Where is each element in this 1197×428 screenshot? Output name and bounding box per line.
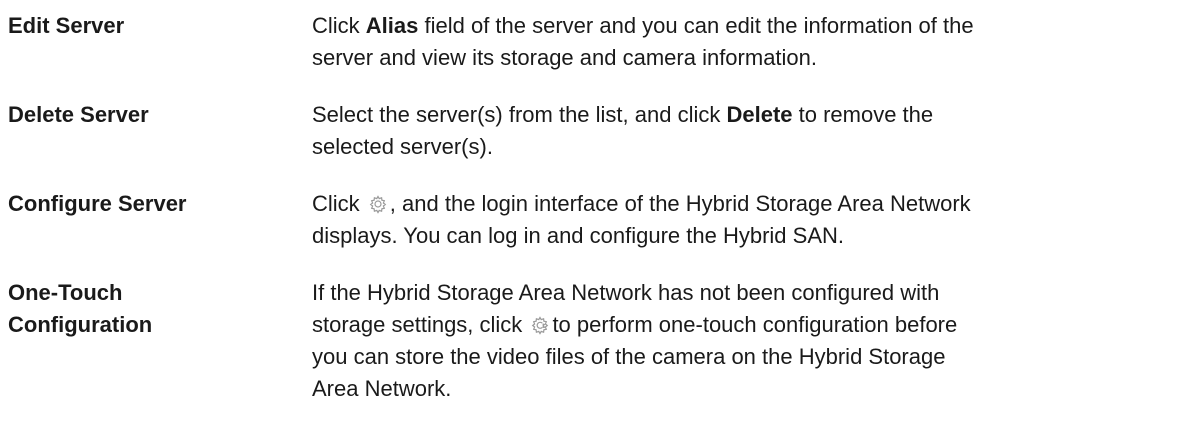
desc-line: selected server(s). [312,134,493,159]
desc-line: If the Hybrid Storage Area Network has n… [312,280,940,305]
desc-line: server and view its storage and camera i… [312,45,818,70]
desc-one-touch-configuration: If the Hybrid Storage Area Network has n… [312,277,1197,405]
desc-configure-server: Click , and the login interface of the H… [312,188,1197,252]
desc-edit-server: Click Alias field of the server and you … [312,10,1197,74]
desc-line: you can store the video files of the cam… [312,344,946,369]
desc-delete-server: Select the server(s) from the list, and … [312,99,1197,163]
term-edit-server: Edit Server [8,13,125,38]
term-one-touch-configuration: One-Touch Configuration [8,277,298,341]
desc-line: storage settings, click to perform one-t… [312,312,958,337]
desc-line: displays. You can log in and configure t… [312,223,844,248]
desc-line: Click Alias field of the server and you … [312,13,974,38]
term-delete-server: Delete Server [8,102,149,127]
desc-line: Click , and the login interface of the H… [312,191,971,216]
desc-line: Area Network. [312,376,452,401]
term-line: One-Touch [8,280,123,305]
term-configure-server: Configure Server [8,191,187,216]
desc-line: Select the server(s) from the list, and … [312,102,934,127]
term-line: Configuration [8,312,153,337]
one-touch-config-icon [530,312,550,335]
gear-icon [368,191,388,214]
